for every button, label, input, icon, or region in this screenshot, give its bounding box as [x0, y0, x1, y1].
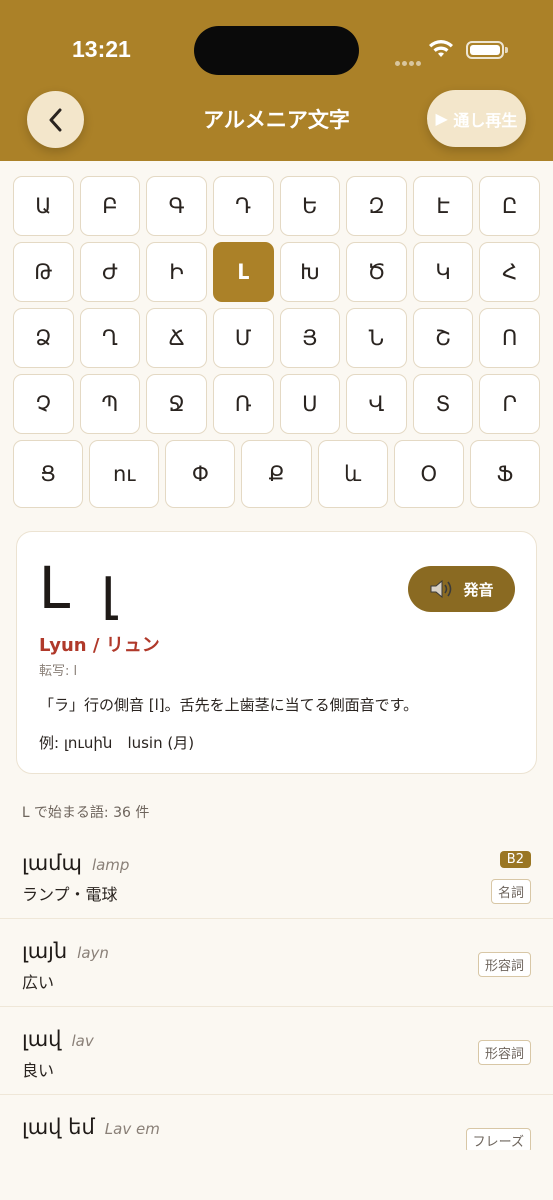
letter-key[interactable]: Վ: [346, 374, 407, 434]
letter-key[interactable]: Դ: [212, 176, 274, 236]
letter-key[interactable]: Գ: [146, 176, 207, 236]
letter-row: Ցու Փ Քև Օ Ֆ: [13, 440, 540, 508]
letter-grid: Ա Բ Գ Դ Ե Զ Է Ը Թ Ժ Ի Լ Խ Ծ Կ Հ Ձ Ղ Ճ Մ Յ Ն Շ Ո Չ Պ Ջ Ռ Ս Վ Տ Ր Ցու Փ Քև Օ Ֆ: [13, 176, 540, 514]
word-roman: lamp: [91, 856, 130, 874]
letter-key[interactable]: ու: [89, 440, 160, 508]
letter-key[interactable]: Ն: [346, 308, 407, 368]
word-roman: Lav em: [104, 1120, 160, 1138]
letter-key[interactable]: Լ: [212, 242, 274, 302]
bottom-fade: [0, 1150, 553, 1200]
word-roman: layn: [77, 944, 109, 962]
word-text: լավ եմ: [22, 1115, 95, 1139]
list-item[interactable]: լայն layn 広い 形容詞: [0, 919, 553, 1007]
letter-row: ՁՂՃՄՅՆՇՈ: [13, 308, 540, 368]
play-all-label: 通し再生: [453, 110, 518, 130]
pronounce-label: 発音: [463, 580, 494, 599]
letter-key[interactable]: Ը: [479, 176, 540, 236]
letter-key[interactable]: Օ: [393, 440, 464, 508]
letter-row: ՉՊՋՌՍՎՏՐ: [13, 374, 540, 434]
word-text: լայն: [22, 939, 68, 963]
word-meaning: ランプ・電球: [22, 885, 118, 904]
letter-key[interactable]: Մ: [212, 308, 274, 368]
letter-key[interactable]: և: [317, 440, 388, 508]
battery-icon: [466, 41, 508, 59]
letter-key[interactable]: Ք: [241, 440, 312, 508]
letter-example: 例: լուսին lusin (月): [39, 734, 195, 752]
letter-key[interactable]: Ֆ: [469, 440, 540, 508]
level-badge: B2: [499, 851, 531, 868]
letter-key[interactable]: Ա: [13, 176, 74, 236]
pos-badge: 形容詞: [477, 1040, 531, 1065]
words-count: Լ で始まる語: 36 件: [22, 805, 150, 821]
letter-key[interactable]: Պ: [79, 374, 141, 434]
letter-key[interactable]: Ց: [13, 440, 84, 508]
top-bar: 13:21 アルメニア文字 ▶ 通し再生: [0, 0, 553, 161]
letter-key[interactable]: Ճ: [146, 308, 207, 368]
letter-key[interactable]: Չ: [13, 374, 74, 434]
letter-key[interactable]: Ժ: [79, 242, 141, 302]
letter-key[interactable]: Խ: [279, 242, 341, 302]
speaker-icon: [430, 579, 452, 599]
letter-key[interactable]: Ձ: [13, 308, 74, 368]
word-meaning: 広い: [22, 973, 55, 992]
letter-key[interactable]: Ռ: [212, 374, 274, 434]
word-meaning: 良い: [22, 1061, 55, 1080]
letter-key[interactable]: Ջ: [146, 374, 207, 434]
pronounce-button[interactable]: 発音: [408, 566, 515, 612]
letter-key[interactable]: Հ: [479, 242, 540, 302]
list-item[interactable]: լամպ lamp ランプ・電球 B2 名詞: [0, 831, 553, 919]
status-time: 13:21: [72, 36, 131, 62]
letter-key[interactable]: Բ: [79, 176, 141, 236]
letter-description: 「ラ」行の側音 [l]。舌先を上歯茎に当てる側面音です。: [39, 696, 419, 714]
letter-detail-card: Լ լ 発音 Lyun / リュン 転写: l 「ラ」行の側音 [l]。舌先を上…: [16, 531, 537, 774]
word-text: լավ: [22, 1027, 62, 1051]
letter-key[interactable]: Յ: [279, 308, 341, 368]
letter-key[interactable]: Զ: [346, 176, 407, 236]
letter-key[interactable]: Ս: [279, 374, 341, 434]
letter-key[interactable]: Ղ: [79, 308, 141, 368]
letter-glyph: Լ լ: [39, 554, 123, 622]
pos-badge: 名詞: [490, 879, 531, 904]
word-list: լամպ lamp ランプ・電球 B2 名詞 լայն layn 広い 形容詞 լա…: [0, 831, 553, 1183]
letter-key[interactable]: Թ: [13, 242, 74, 302]
play-icon: ▶: [435, 109, 454, 128]
pos-badge: 形容詞: [477, 952, 531, 977]
letter-key[interactable]: Ի: [146, 242, 207, 302]
letter-key[interactable]: Ծ: [346, 242, 407, 302]
letter-key[interactable]: Ո: [479, 308, 540, 368]
letter-key[interactable]: Շ: [412, 308, 474, 368]
letter-key[interactable]: Ր: [479, 374, 540, 434]
wifi-icon: [428, 39, 454, 63]
word-roman: lav: [71, 1032, 94, 1050]
letter-key[interactable]: Փ: [165, 440, 236, 508]
letter-row: ԱԲԳԴԵԶԷԸ: [13, 176, 540, 236]
letter-key[interactable]: Կ: [412, 242, 474, 302]
letter-key[interactable]: Տ: [412, 374, 474, 434]
signal-icon: [395, 51, 423, 70]
word-text: լամպ: [22, 851, 82, 875]
letter-key[interactable]: Է: [412, 176, 474, 236]
play-all-button[interactable]: ▶ 通し再生: [427, 90, 526, 147]
letter-key[interactable]: Ե: [279, 176, 341, 236]
dynamic-island: [194, 26, 359, 75]
letter-name: Lyun / リュン: [39, 635, 160, 656]
list-item[interactable]: լավ lav 良い 形容詞: [0, 1007, 553, 1095]
letter-row: ԹԺԻԼԽԾԿՀ: [13, 242, 540, 302]
transliteration: 転写: l: [39, 664, 78, 679]
